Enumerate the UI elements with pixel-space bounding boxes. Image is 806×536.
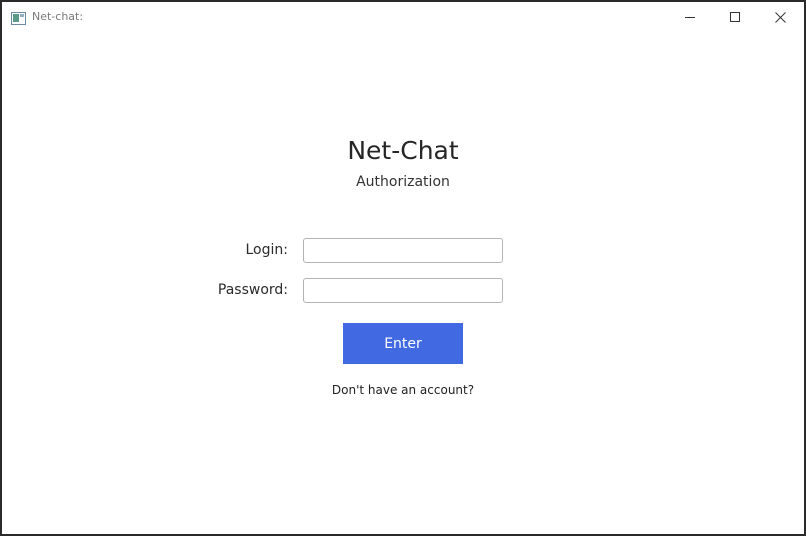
app-title: Net-Chat xyxy=(347,136,459,165)
password-input[interactable] xyxy=(303,278,503,303)
minimize-button[interactable] xyxy=(668,2,712,32)
page-subtitle: Authorization xyxy=(356,174,450,190)
window-title: Net-chat: xyxy=(32,10,84,23)
minimize-icon xyxy=(685,17,695,18)
login-panel: Net-Chat Authorization Login: Password: … xyxy=(2,32,804,534)
password-label: Password: xyxy=(217,282,288,298)
maximize-button[interactable] xyxy=(713,2,757,32)
close-icon xyxy=(774,11,786,23)
register-link[interactable]: Don't have an account? xyxy=(2,381,804,399)
enter-button[interactable]: Enter xyxy=(343,323,463,364)
app-window-icon xyxy=(11,10,26,25)
maximize-icon xyxy=(730,12,740,22)
login-label: Login: xyxy=(245,242,289,258)
title-bar[interactable]: Net-chat: xyxy=(2,2,804,32)
app-window: Net-chat: Net-Chat Authorization Login: … xyxy=(0,0,806,536)
close-button[interactable] xyxy=(758,2,802,32)
login-input[interactable] xyxy=(303,238,503,263)
